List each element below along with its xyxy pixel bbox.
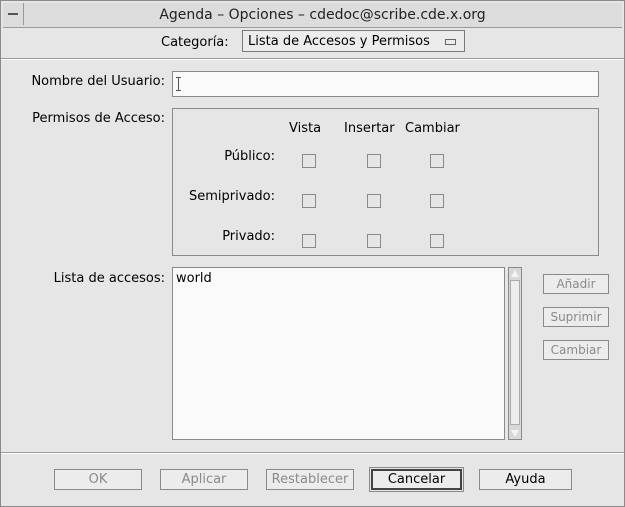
help-button[interactable]: Ayuda — [479, 469, 572, 490]
user-name-label: Nombre del Usuario: — [31, 74, 165, 89]
add-button[interactable]: Añadir — [543, 274, 609, 294]
change-button[interactable]: Cambiar — [543, 340, 609, 360]
ok-button[interactable]: OK — [54, 469, 142, 490]
column-header-change: Cambiar — [405, 121, 460, 136]
options-dialog: Agenda – Opciones – cdedoc@scribe.cde.x.… — [0, 0, 625, 507]
column-header-insert: Insertar — [344, 121, 395, 136]
text-cursor-icon — [176, 77, 181, 91]
divider — [1, 452, 624, 454]
public-insert-checkbox[interactable] — [367, 154, 381, 168]
divider — [1, 58, 624, 60]
access-list[interactable]: world — [172, 267, 505, 440]
apply-button[interactable]: Aplicar — [160, 469, 248, 490]
semiprivate-change-checkbox[interactable] — [430, 194, 444, 208]
category-row: Categoría: Lista de Accesos y Permisos — [1, 29, 624, 59]
column-header-view: Vista — [289, 121, 322, 136]
option-menu-icon — [445, 39, 456, 45]
user-name-input[interactable] — [172, 71, 599, 97]
scroll-up-icon[interactable] — [511, 270, 519, 277]
list-item[interactable]: world — [176, 271, 212, 286]
category-value: Lista de Accesos y Permisos — [248, 34, 430, 49]
cancel-button[interactable]: Cancelar — [369, 467, 464, 492]
semiprivate-insert-checkbox[interactable] — [367, 194, 381, 208]
scroll-thumb[interactable] — [510, 280, 520, 425]
private-change-checkbox[interactable] — [430, 234, 444, 248]
private-insert-checkbox[interactable] — [367, 234, 381, 248]
title-bar[interactable]: Agenda – Opciones – cdedoc@scribe.cde.x.… — [3, 3, 622, 28]
private-view-checkbox[interactable] — [302, 234, 316, 248]
scroll-down-icon[interactable] — [511, 430, 519, 437]
category-select[interactable]: Lista de Accesos y Permisos — [242, 30, 465, 52]
permissions-box: Vista Insertar Cambiar Público: Semipriv… — [172, 108, 599, 256]
reset-button[interactable]: Restablecer — [266, 469, 354, 490]
semiprivate-view-checkbox[interactable] — [302, 194, 316, 208]
public-view-checkbox[interactable] — [302, 154, 316, 168]
access-list-label: Lista de accesos: — [53, 271, 165, 286]
row-label-private: Privado: — [222, 229, 275, 244]
window-menu-icon[interactable] — [3, 3, 24, 25]
category-label: Categoría: — [161, 35, 229, 50]
permissions-label: Permisos de Acceso: — [32, 111, 165, 126]
row-label-public: Público: — [224, 149, 275, 164]
public-change-checkbox[interactable] — [430, 154, 444, 168]
delete-button[interactable]: Suprimir — [543, 307, 609, 327]
window-title: Agenda – Opciones – cdedoc@scribe.cde.x.… — [159, 7, 486, 23]
row-label-semiprivate: Semiprivado: — [189, 189, 275, 204]
access-list-scrollbar[interactable] — [508, 267, 522, 440]
